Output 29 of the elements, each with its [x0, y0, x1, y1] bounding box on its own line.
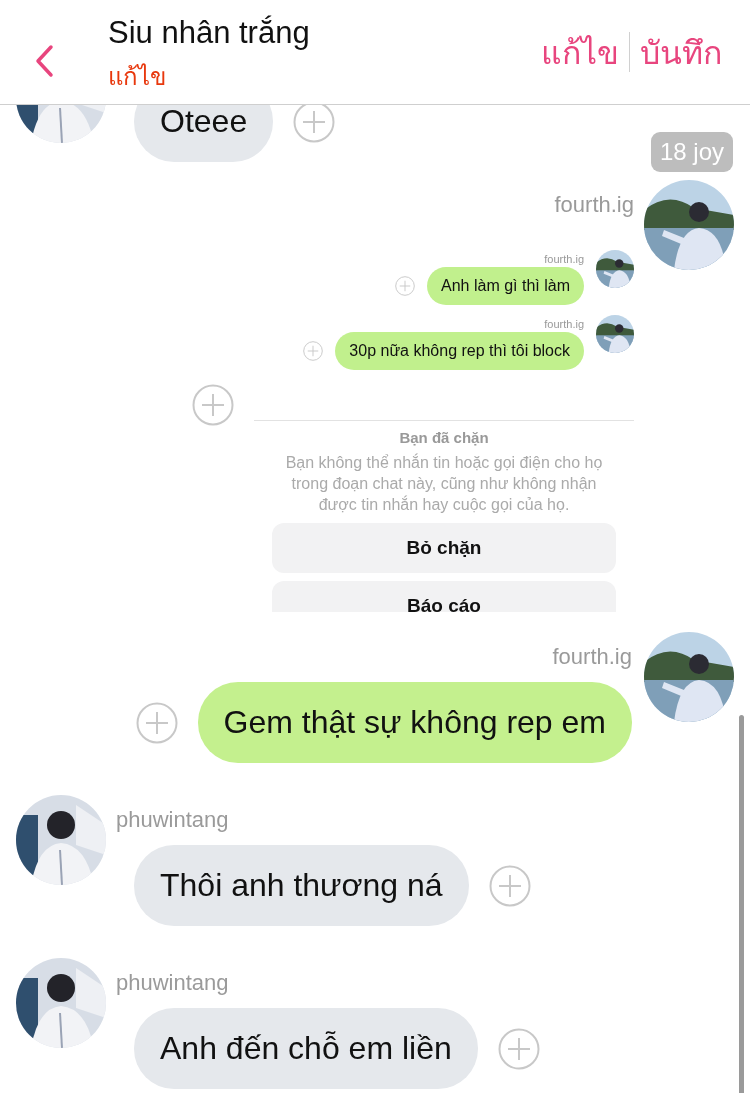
message-bubble: Anh đến chỗ em liền	[134, 1008, 478, 1089]
add-icon[interactable]	[497, 1027, 540, 1070]
message-bubble: 30p nữa không rep thì tôi block	[335, 332, 584, 370]
action-button[interactable]: Báo cáo	[272, 581, 616, 612]
add-icon[interactable]	[192, 384, 234, 426]
back-icon[interactable]	[34, 44, 54, 78]
sender-name: phuwintang	[116, 970, 230, 996]
message-bubble: Gem thật sự không rep em	[197, 682, 632, 763]
message-bubble: Oteee	[134, 105, 274, 162]
sender-name: fourth.ig	[552, 644, 632, 670]
add-icon[interactable]	[293, 105, 336, 143]
chat-subtitle: แก้ไข	[108, 61, 167, 92]
message-bubble: Anh làm gì thì làm	[427, 267, 584, 305]
action-button[interactable]: Bỏ chặn	[272, 523, 616, 573]
timestamp: 18 joy	[650, 132, 733, 172]
notice-text: Bạn không thể nhắn tin hoặc gọi điện cho họ trong đoạn chat này, cũng như không nhận được tin nhắn hay cuộc gọi của họ.	[284, 452, 604, 515]
message-bubble: Thôi anh thương ná	[134, 845, 469, 926]
add-icon[interactable]	[303, 341, 324, 361]
sender-name: fourth.ig	[544, 318, 584, 330]
sender-name: phuwintang	[116, 807, 230, 833]
header-action[interactable]: แก้ไข	[531, 26, 629, 78]
sender-name: fourth.ig	[544, 253, 584, 265]
chat-title: Siu nhân trắng	[108, 14, 311, 51]
notice-title: Bạn đã chặn	[398, 429, 490, 446]
add-icon[interactable]	[135, 701, 178, 744]
header-action[interactable]: บันทึก	[630, 26, 732, 78]
add-icon[interactable]	[488, 864, 531, 907]
sender-name: fourth.ig	[554, 192, 634, 218]
add-icon[interactable]	[395, 276, 416, 296]
